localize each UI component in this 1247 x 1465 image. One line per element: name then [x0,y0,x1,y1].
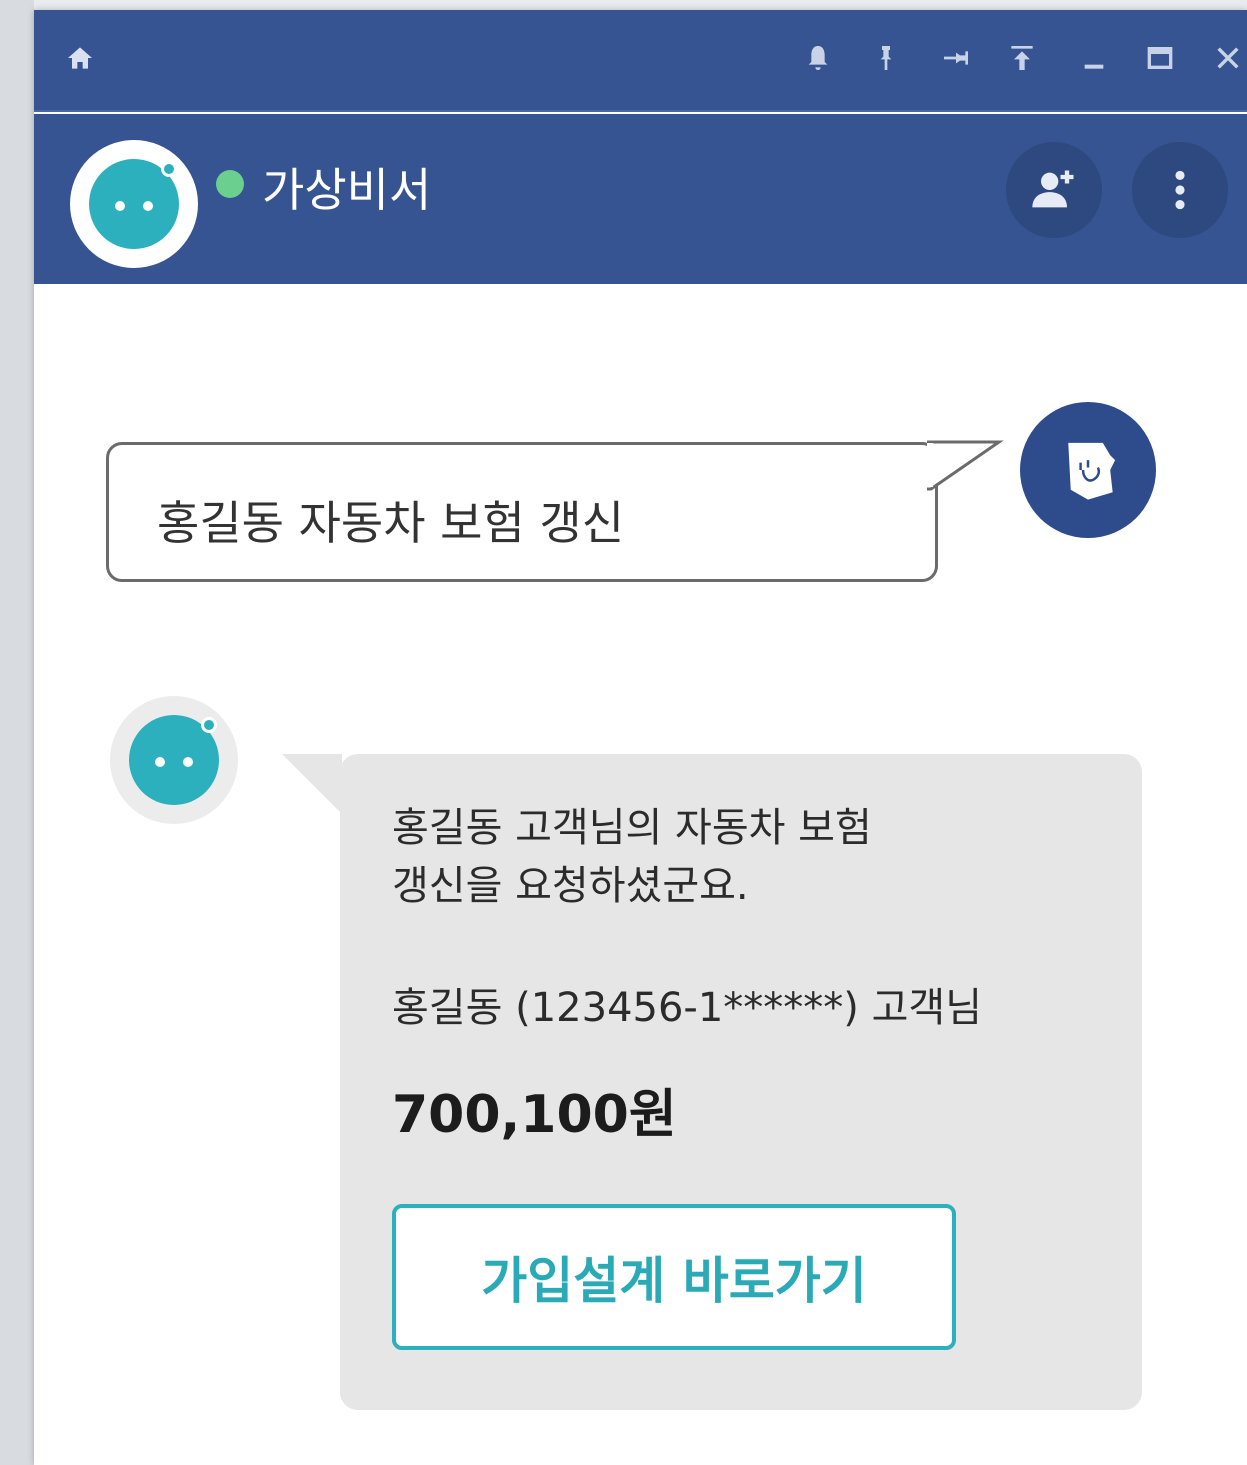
subscription-design-button[interactable]: 가입설계 바로가기 [392,1204,956,1350]
chat-title: 가상비서 [262,163,432,217]
background-panel [0,0,34,1465]
bot-face-icon [89,159,179,249]
more-vertical-icon [1175,170,1185,210]
assistant-avatar [70,140,198,268]
bot-face-icon [129,715,219,805]
home-icon[interactable] [62,40,98,76]
add-person-icon [1032,170,1074,208]
add-participant-button[interactable] [1006,142,1102,238]
bot-message-bubble: 홍길동 고객님의 자동차 보험 갱신을 요청하셨군요. 홍길동 (123456-… [282,754,1142,1410]
online-status-indicator [216,170,244,198]
move-to-top-icon[interactable] [1004,40,1040,76]
bot-message-line2: 갱신을 요청하셨군요. [392,863,749,909]
pin-icon[interactable] [868,40,904,76]
maximize-icon[interactable] [1142,40,1178,76]
customer-info: 홍길동 (123456-1******) 고객님 [392,985,983,1031]
chat-header: 가상비서 [34,114,1247,284]
user-message-bubble: 홍길동 자동차 보험 갱신 [106,440,1004,582]
chat-body[interactable]: 홍길동 자동차 보험 갱신 홍길동 고객님의 자동차 보험 갱신을 요청하셨군요… [34,284,1247,1465]
user-avatar [1020,402,1156,538]
window-titlebar [34,10,1247,112]
premium-amount: 700,100원 [392,1085,677,1145]
user-avatar-icon [1068,442,1116,500]
user-message-text: 홍길동 자동차 보험 갱신 [157,496,625,550]
bot-message-line1: 홍길동 고객님의 자동차 보험 [392,805,872,851]
more-options-button[interactable] [1132,142,1228,238]
bot-avatar [110,696,238,824]
close-icon[interactable] [1210,40,1246,76]
pin-side-icon[interactable] [938,40,974,76]
bell-icon[interactable] [800,40,836,76]
minimize-icon[interactable] [1076,40,1112,76]
chat-window: 가상비서 홍길동 자동차 보험 갱신 홍길동 고객님의 자동차 보험 갱신을 요… [34,10,1247,1465]
